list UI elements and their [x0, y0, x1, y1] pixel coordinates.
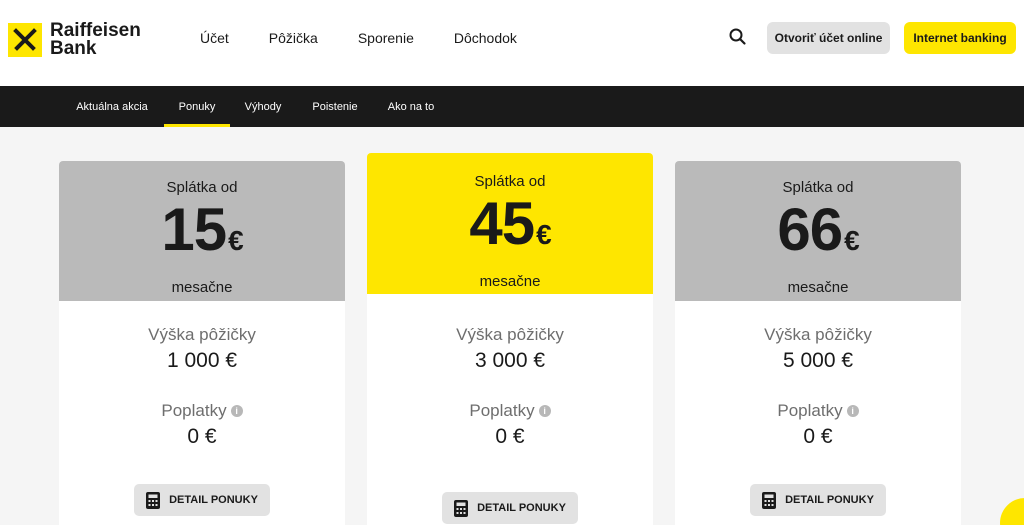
period-label: mesačne	[787, 279, 849, 296]
subnav-item-aktualna-akcia[interactable]: Aktuálna akcia	[62, 86, 162, 127]
loan-amount-label: Výška pôžičky	[148, 325, 256, 344]
fees-value: 0 €	[187, 425, 217, 448]
main-nav: Účet Pôžička Sporenie Dôchodok	[200, 28, 557, 48]
offer-card-3: Splátka od 66€ mesačne Výška pôžičky 5 0…	[675, 161, 961, 525]
offer-card-2: Splátka od 45€ mesačne Výška pôžičky 3 0…	[367, 153, 653, 525]
loan-amount-value: 3 000 €	[474, 349, 546, 372]
offer-card-body: Výška pôžičky 1 000 € Poplatky i 0 €	[59, 325, 345, 449]
sub-nav: Aktuálna akcia Ponuky Výhody Poistenie A…	[0, 86, 1024, 127]
fees-label: Poplatky	[161, 401, 227, 420]
nav-item-dochodok[interactable]: Dôchodok	[454, 28, 517, 48]
subnav-item-ako-na-to[interactable]: Ako na to	[378, 86, 444, 127]
nav-item-pozicka[interactable]: Pôžička	[269, 28, 318, 48]
offer-detail-label: DETAIL PONUKY	[785, 494, 874, 506]
offer-detail-button[interactable]: DETAIL PONUKY	[134, 484, 270, 516]
offer-card-1: Splátka od 15€ mesačne Výška pôžičky 1 0…	[59, 161, 345, 525]
offer-card-body: Výška pôžičky 5 000 € Poplatky i 0 €	[675, 325, 961, 449]
fees-row: Poplatky i	[675, 401, 961, 421]
offer-card-header: Splátka od 66€ mesačne	[675, 161, 961, 301]
nav-item-ucet[interactable]: Účet	[200, 28, 229, 48]
calculator-icon	[146, 491, 161, 509]
logo-mark-icon	[8, 23, 42, 57]
installment-amount: 15€	[59, 200, 345, 271]
fees-value: 0 €	[495, 425, 525, 448]
fees-label: Poplatky	[777, 401, 843, 420]
info-icon[interactable]: i	[538, 405, 551, 417]
internet-banking-button[interactable]: Internet banking	[904, 22, 1016, 54]
subnav-item-ponuky[interactable]: Ponuky	[164, 86, 230, 127]
currency-symbol: €	[536, 219, 552, 250]
calculator-icon	[454, 499, 469, 517]
currency-symbol: €	[844, 225, 860, 256]
installment-from-label: Splátka od	[166, 179, 238, 196]
info-icon[interactable]: i	[230, 405, 243, 417]
period-label: mesačne	[171, 279, 233, 296]
installment-amount: 66€	[675, 200, 961, 271]
installment-from-label: Splátka od	[474, 173, 546, 190]
chat-icon[interactable]	[1000, 498, 1024, 525]
currency-symbol: €	[228, 225, 244, 256]
calculator-icon	[762, 491, 777, 509]
open-account-button[interactable]: Otvoriť účet online	[767, 22, 890, 54]
period-label: mesačne	[479, 273, 541, 290]
loan-amount-label: Výška pôžičky	[764, 325, 872, 344]
installment-from-label: Splátka od	[782, 179, 854, 196]
installment-value: 66	[777, 196, 843, 263]
loan-amount-label: Výška pôžičky	[456, 325, 564, 344]
installment-amount: 45€	[367, 194, 653, 265]
search-icon[interactable]	[728, 27, 748, 47]
loan-amount-value: 5 000 €	[782, 349, 854, 372]
logo-text: Raiffeisen Bank	[50, 21, 141, 59]
offer-detail-button[interactable]: DETAIL PONUKY	[750, 484, 886, 516]
offer-card-header: Splátka od 15€ mesačne	[59, 161, 345, 301]
offer-detail-label: DETAIL PONUKY	[169, 494, 258, 506]
offer-card-header: Splátka od 45€ mesačne	[367, 153, 653, 294]
installment-value: 15	[161, 196, 227, 263]
nav-item-sporenie[interactable]: Sporenie	[358, 28, 414, 48]
installment-value: 45	[469, 190, 535, 257]
raiffeisen-logo[interactable]: Raiffeisen Bank	[8, 18, 158, 62]
fees-label: Poplatky	[469, 401, 535, 420]
subnav-item-poistenie[interactable]: Poistenie	[302, 86, 368, 127]
header: Raiffeisen Bank Účet Pôžička Sporenie Dô…	[0, 0, 1024, 86]
logo-line-2: Bank	[50, 38, 97, 59]
offer-detail-label: DETAIL PONUKY	[477, 502, 566, 514]
fees-row: Poplatky i	[367, 401, 653, 421]
info-icon[interactable]: i	[846, 405, 859, 417]
subnav-item-vyhody[interactable]: Výhody	[236, 86, 290, 127]
fees-value: 0 €	[803, 425, 833, 448]
fees-row: Poplatky i	[59, 401, 345, 421]
offer-card-body: Výška pôžičky 3 000 € Poplatky i 0 €	[367, 325, 653, 449]
loan-amount-value: 1 000 €	[166, 349, 238, 372]
offer-detail-button[interactable]: DETAIL PONUKY	[442, 492, 578, 524]
